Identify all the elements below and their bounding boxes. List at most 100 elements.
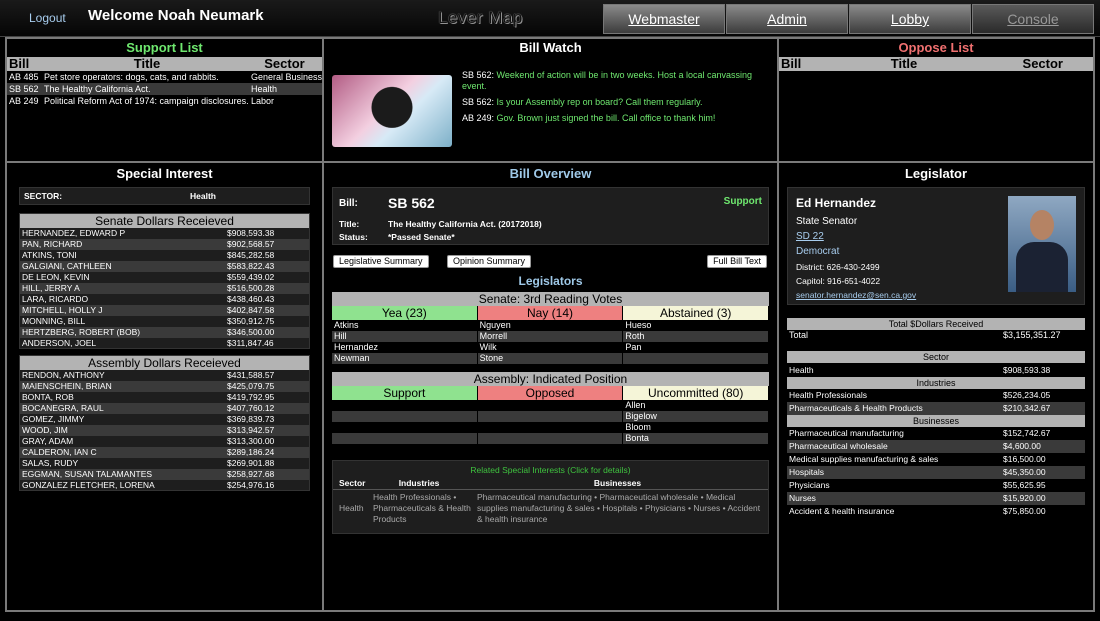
related-row[interactable]: Health Health Professionals • Pharmaceut… [333, 492, 768, 525]
amount: $419,792.95 [227, 392, 275, 402]
tab-webmaster[interactable]: Webmaster [603, 4, 725, 34]
assembly-dollars-row[interactable]: EGGMAN, SUSAN TALAMANTES $258,927.68 [20, 469, 309, 480]
legislative-summary-button[interactable]: Legislative Summary [333, 255, 429, 268]
assembly-dollars-row[interactable]: GONZALEZ FLETCHER, LORENA $254,976.16 [20, 480, 309, 490]
senate-dollars-row[interactable]: HERTZBERG, ROBERT (BOB) $346,500.00 [20, 327, 309, 338]
vote-name[interactable]: Hueso [623, 320, 770, 331]
bill-status: *Passed Senate* [388, 232, 455, 242]
business-row[interactable]: Medical supplies manufacturing & sales $1… [787, 453, 1085, 466]
assembly-dollars-row[interactable]: BOCANEGRA, RAUL $407,760.12 [20, 403, 309, 414]
opinion-summary-button[interactable]: Opinion Summary [447, 255, 532, 268]
assembly-dollars-row[interactable]: GRAY, ADAM $313,300.00 [20, 436, 309, 447]
support-list-title: Support List [126, 40, 203, 55]
senate-dollars-row[interactable]: ATKINS, TONI $845,282.58 [20, 250, 309, 261]
senate-dollars-row[interactable]: HILL, JERRY A $516,500.28 [20, 283, 309, 294]
vote-name[interactable]: Nguyen [478, 320, 624, 331]
col-title: Title [890, 56, 918, 71]
support-list-row[interactable]: AB 249 Political Reform Act of 1974: camp… [7, 95, 322, 107]
vote-name[interactable]: Roth [623, 331, 770, 342]
special-interest-title: Special Interest [116, 166, 213, 181]
amount: $583,822.43 [227, 261, 275, 271]
vote-name[interactable]: Newman [332, 353, 478, 364]
senate-dollars-row[interactable]: MITCHELL, HOLLY J $402,847.58 [20, 305, 309, 316]
assembly-dollars-row[interactable]: CALDERON, IAN C $289,186.24 [20, 447, 309, 458]
uncommitted-name[interactable]: Allen [623, 400, 770, 411]
full-bill-text-button[interactable]: Full Bill Text [707, 255, 767, 268]
assembly-dollars-row[interactable]: GOMEZ, JIMMY $369,839.73 [20, 414, 309, 425]
status-label: Status: [339, 232, 368, 242]
business-row[interactable]: Nurses $15,920.00 [787, 492, 1085, 505]
email-link[interactable]: senator.hernandez@sen.ca.gov [796, 290, 916, 300]
assembly-dollars-box[interactable]: Assembly Dollars Receieved RENDON, ANTHO… [19, 355, 310, 491]
district-link[interactable]: SD 22 [796, 231, 824, 242]
vote-name[interactable]: Pan [623, 342, 770, 353]
vote-name[interactable]: Hernandez [332, 342, 478, 353]
amount: $311,847.46 [227, 338, 274, 348]
legislator-name: ATKINS, TONI [22, 250, 77, 260]
senate-dollars-row[interactable]: MONNING, BILL $350,912.75 [20, 316, 309, 327]
assembly-dollars-row[interactable]: SALAS, RUDY $269,901.88 [20, 458, 309, 469]
legislator-name: BOCANEGRA, RAUL [22, 403, 104, 413]
bill-watch-bill: SB 562: [462, 97, 495, 107]
vote-name[interactable]: Hill [332, 331, 478, 342]
amount: $269,901.88 [227, 458, 275, 468]
vote-name[interactable]: Atkins [332, 320, 478, 331]
support-list-row[interactable]: SB 562 The Healthy California Act. Health [7, 83, 322, 95]
industry-row[interactable]: Pharmaceuticals & Health Products $210,34… [787, 402, 1085, 415]
industry-row[interactable]: Health Professionals $526,234.05 [787, 389, 1085, 402]
legislator-name: MONNING, BILL [22, 316, 86, 326]
uncommitted-name[interactable]: Bonta [623, 433, 770, 444]
related-interests-box[interactable]: Related Special Interests (Click for det… [332, 460, 769, 534]
amount: $289,186.24 [227, 447, 275, 457]
total-value: $3,155,351.27 [1003, 330, 1061, 340]
uncommitted-name[interactable]: Bigelow [623, 411, 770, 422]
legislator-name: Nurses [789, 493, 816, 503]
bill-label: Bill: [339, 198, 358, 209]
assembly-dollars-row[interactable]: RENDON, ANTHONY $431,588.57 [20, 370, 309, 381]
vote-name[interactable] [623, 353, 770, 364]
assembly-dollars-row[interactable]: BONTA, ROB $419,792.95 [20, 392, 309, 403]
bill-watch-bill: SB 562: [462, 70, 495, 80]
support-list-header: Bill Title Sector [7, 57, 322, 71]
tab-console[interactable]: Console [972, 4, 1094, 34]
senate-vote-row: Newman Stone [332, 353, 770, 364]
legislator-name: ANDERSON, JOEL [22, 338, 97, 348]
business-row[interactable]: Pharmaceutical wholesale $4,600.00 [787, 440, 1085, 453]
senate-dollars-row[interactable]: PAN, RICHARD $902,568.57 [20, 239, 309, 250]
business-row[interactable]: Accident & health insurance $75,850.00 [787, 505, 1085, 518]
related-col-industries: Industries [398, 478, 440, 488]
senate-dollars-row[interactable]: DE LEON, KEVIN $559,439.02 [20, 272, 309, 283]
legislator-card: Ed Hernandez State Senator SD 22 Democra… [787, 187, 1085, 305]
bill-number[interactable]: AB 249 [9, 95, 44, 107]
assembly-position-title: Assembly: Indicated Position [332, 372, 769, 386]
vote-name[interactable]: Morrell [478, 331, 624, 342]
related-col-businesses: Businesses [593, 478, 642, 488]
tab-lobby[interactable]: Lobby [849, 4, 971, 34]
senate-dollars-row[interactable]: GALGIANI, CATHLEEN $583,822.43 [20, 261, 309, 272]
business-row[interactable]: Physicians $55,625.95 [787, 479, 1085, 492]
bill-number[interactable]: AB 485 [9, 71, 44, 83]
assembly-dollars-row[interactable]: WOOD, JIM $313,942.57 [20, 425, 309, 436]
senate-dollars-row[interactable]: HERNANDEZ, EDWARD P $908,593.38 [20, 228, 309, 239]
legislator-title: Legislator [904, 166, 968, 181]
support-list-row[interactable]: AB 485 Pet store operators: dogs, cats, a… [7, 71, 322, 83]
sector-title: Sector [787, 351, 1085, 363]
business-row[interactable]: Pharmaceutical manufacturing $152,742.67 [787, 427, 1085, 440]
senate-dollars-row[interactable]: ANDERSON, JOEL $311,847.46 [20, 338, 309, 348]
tab-admin[interactable]: Admin [726, 4, 848, 34]
legislator-name: HILL, JERRY A [22, 283, 80, 293]
total-dollars-title: Total $Dollars Received [787, 318, 1085, 330]
business-row[interactable]: Hospitals $45,350.00 [787, 466, 1085, 479]
assembly-dollars-row[interactable]: MAIENSCHEIN, BRIAN $425,079.75 [20, 381, 309, 392]
bill-number[interactable]: SB 562 [9, 83, 44, 95]
uncommitted-name[interactable]: Bloom [623, 422, 770, 433]
related-interests-title[interactable]: Related Special Interests (Click for det… [333, 465, 768, 475]
bill-overview-panel: Bill Overview Bill: SB 562 Support Title… [322, 161, 779, 612]
senate-dollars-row[interactable]: LARA, RICARDO $438,460.43 [20, 294, 309, 305]
related-businesses: Pharmaceutical manufacturing • Pharmaceu… [477, 492, 761, 524]
vote-name[interactable]: Wilk [478, 342, 624, 353]
vote-name[interactable]: Stone [478, 353, 624, 364]
assembly-positions: Assembly: Indicated Position Support Opp… [332, 372, 770, 444]
senate-dollars-box[interactable]: Senate Dollars Receieved HERNANDEZ, EDWA… [19, 213, 310, 349]
logout-link[interactable]: Logout [29, 11, 66, 25]
